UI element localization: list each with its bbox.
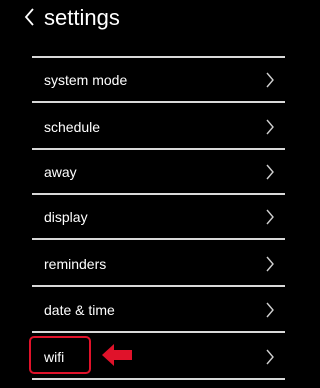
chevron-right-icon — [266, 302, 274, 318]
menu-item-system-mode[interactable]: system mode — [32, 58, 285, 103]
menu-item-schedule[interactable]: schedule — [32, 105, 285, 150]
menu-item-label: display — [44, 209, 88, 225]
header-bar: settings — [0, 0, 285, 40]
chevron-right-icon — [266, 72, 274, 88]
menu-item-label: date & time — [44, 302, 115, 318]
menu-item-label: schedule — [44, 119, 101, 135]
menu-item-label: system mode — [44, 72, 128, 88]
divider — [32, 378, 285, 380]
menu-item-label: reminders — [44, 256, 107, 272]
divider — [32, 101, 285, 103]
chevron-right-icon — [266, 349, 274, 365]
menu-item-date-time[interactable]: date & time — [32, 288, 285, 333]
chevron-left-icon[interactable] — [22, 6, 36, 28]
divider — [32, 238, 285, 240]
left-arrow-icon — [102, 344, 132, 366]
divider — [32, 331, 285, 333]
wifi-highlight-box — [29, 336, 91, 374]
chevron-right-icon — [266, 256, 274, 272]
page-title: settings — [44, 5, 120, 30]
chevron-right-icon — [266, 119, 274, 135]
menu-item-reminders[interactable]: reminders — [32, 242, 285, 287]
menu-item-display[interactable]: display — [32, 195, 285, 240]
chevron-right-icon — [266, 209, 274, 225]
chevron-right-icon — [266, 164, 274, 180]
divider — [32, 285, 285, 287]
menu-item-away[interactable]: away — [32, 150, 285, 195]
menu-item-label: away — [44, 164, 77, 180]
